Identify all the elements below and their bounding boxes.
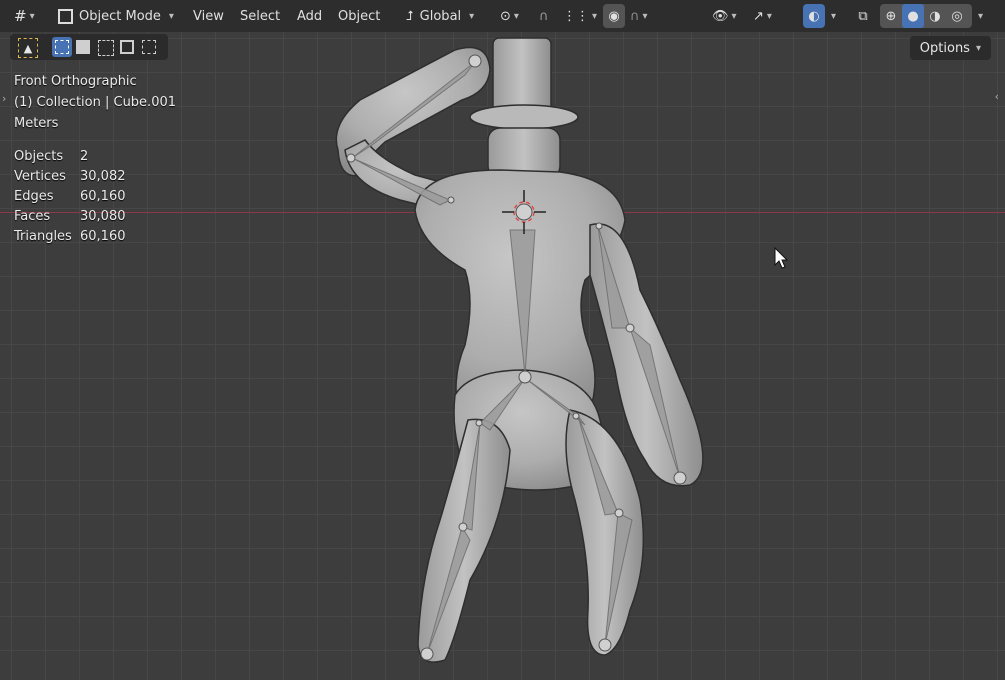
grid-editor-icon: #: [14, 7, 27, 25]
overlays-dropdown[interactable]: ▾: [828, 4, 842, 28]
stat-value: 2: [80, 149, 89, 164]
chevron-down-icon: ▾: [513, 10, 519, 22]
chevron-down-icon: ▾: [29, 10, 35, 22]
mode-selector[interactable]: Object Mode ▾: [56, 4, 180, 28]
stat-label: Faces: [14, 209, 51, 224]
snap-toggle[interactable]: ∩: [539, 4, 561, 28]
chevron-down-icon: ▾: [978, 10, 984, 22]
chevron-down-icon: ▾: [469, 10, 475, 22]
stat-row-faces: Faces 30,080: [14, 207, 176, 227]
stat-label: Objects: [14, 149, 64, 164]
select-difference-icon[interactable]: [120, 40, 134, 54]
stat-value: 30,080: [80, 209, 126, 224]
menu-select[interactable]: Select: [232, 4, 288, 28]
shading-dropdown[interactable]: ▾: [975, 4, 989, 28]
select-tool-icon[interactable]: ▲: [18, 38, 38, 58]
chevron-down-icon: ▾: [766, 10, 772, 22]
options-button[interactable]: Options ▾: [909, 36, 991, 60]
chevron-down-icon: ▾: [831, 10, 837, 22]
stat-value: 60,160: [80, 229, 126, 244]
toolbar-expand-icon[interactable]: ›: [2, 92, 6, 105]
menu-object[interactable]: Object: [330, 4, 388, 28]
stat-row-edges: Edges 60,160: [14, 187, 176, 207]
stat-label: Edges: [14, 189, 54, 204]
gizmo-toggle[interactable]: ↗ ▾: [753, 4, 789, 28]
chevron-down-icon: ▾: [642, 10, 648, 22]
stat-row-vertices: Vertices 30,082: [14, 167, 176, 187]
chevron-down-icon: ▾: [731, 10, 737, 22]
xray-toggle[interactable]: ⧉: [852, 4, 874, 28]
editor-type-button[interactable]: # ▾: [14, 4, 50, 28]
stat-value: 60,160: [80, 189, 126, 204]
selection-tool-row: ▲: [10, 34, 168, 60]
snap-target-button[interactable]: ⋮⋮ ▾: [563, 4, 597, 28]
transform-orientation-label: Global: [419, 8, 462, 24]
falloff-curve-icon: ∩: [630, 8, 640, 24]
magnet-icon: ∩: [539, 8, 549, 24]
select-new-icon[interactable]: [52, 37, 72, 57]
shading-modes: ⊕ ● ◑ ◎: [880, 4, 972, 28]
transform-orientation-icon: ⮥: [406, 8, 414, 24]
viewport-info-overlay: Front Orthographic (1) Collection | Cube…: [14, 72, 176, 247]
snap-target-icon: ⋮⋮: [563, 8, 589, 24]
select-extend-icon[interactable]: [76, 40, 90, 54]
visibility-button[interactable]: 👁 ▾: [712, 4, 746, 28]
transform-orientation-selector[interactable]: ⮥ Global ▾: [406, 4, 494, 28]
rendered-shading-icon[interactable]: ◎: [946, 9, 968, 24]
menu-view[interactable]: View: [185, 4, 232, 28]
material-shading-icon[interactable]: ◑: [924, 9, 946, 24]
object-mode-icon: [58, 8, 73, 24]
xray-icon: ⧉: [858, 8, 868, 24]
falloff-button[interactable]: ∩ ▾: [630, 4, 660, 28]
collection-info: (1) Collection | Cube.001: [14, 95, 177, 110]
wireframe-shading-icon[interactable]: ⊕: [880, 9, 902, 24]
proportional-editing-toggle[interactable]: ◉: [603, 4, 625, 28]
eye-icon: 👁: [712, 8, 729, 24]
stat-label: Triangles: [14, 229, 72, 244]
options-label: Options: [919, 40, 970, 56]
stat-value: 30,082: [80, 169, 126, 184]
3d-viewport[interactable]: # ▾ Object Mode ▾ View Select Add Object …: [0, 0, 1005, 680]
select-intersect-icon[interactable]: [142, 40, 156, 54]
chevron-down-icon: ▾: [592, 10, 598, 22]
mode-label: Object Mode: [79, 8, 161, 24]
stat-row-triangles: Triangles 60,160: [14, 227, 176, 247]
chevron-down-icon: ▾: [975, 42, 981, 54]
proportional-editing-icon: ◉: [608, 8, 620, 24]
pivot-point-icon: ⊙: [500, 8, 511, 24]
mouse-pointer-icon: [774, 246, 789, 269]
overlays-toggle[interactable]: ◐: [803, 4, 825, 28]
solid-shading-icon[interactable]: ●: [902, 4, 924, 28]
gizmo-icon: ↗: [753, 8, 764, 24]
viewport-header: # ▾ Object Mode ▾ View Select Add Object …: [0, 0, 1005, 32]
stat-label: Vertices: [14, 169, 66, 184]
menu-add[interactable]: Add: [289, 4, 330, 28]
stat-row-objects: Objects 2: [14, 147, 176, 167]
view-name: Front Orthographic: [14, 74, 137, 89]
select-subtract-icon[interactable]: [98, 40, 114, 56]
overlays-icon: ◐: [808, 8, 820, 24]
pivot-point-button[interactable]: ⊙ ▾: [500, 4, 534, 28]
chevron-down-icon: ▾: [168, 10, 174, 22]
sidebar-expand-icon[interactable]: ‹: [995, 90, 999, 103]
units-info: Meters: [14, 116, 59, 131]
